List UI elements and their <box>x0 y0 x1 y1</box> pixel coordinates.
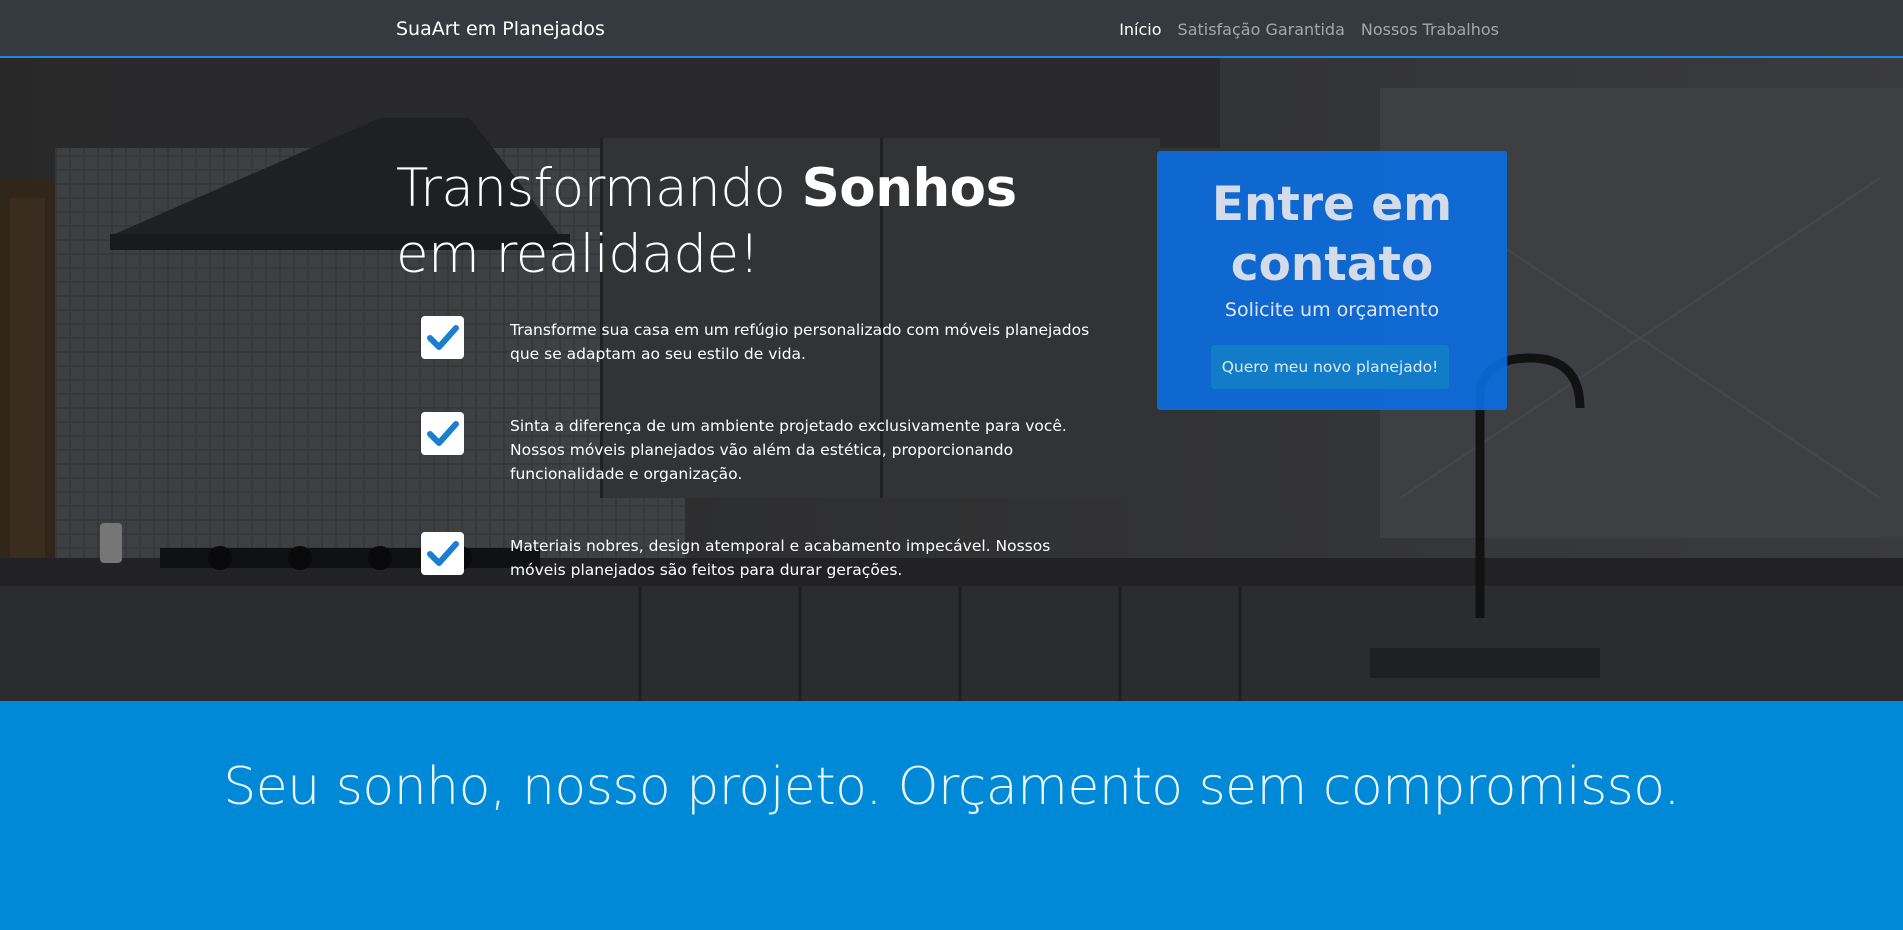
headline-highlight: Sonhos <box>801 158 1018 219</box>
contact-subtitle: Solicite um orçamento <box>1224 299 1440 321</box>
checkbox-checked-icon <box>421 532 464 575</box>
contact-card: Entre em contato Solicite um orçamento Q… <box>1157 151 1507 410</box>
feature-text: Sinta a diferença de um ambiente projeta… <box>510 417 1067 483</box>
cta-banner: Seu sonho, nosso projeto. Orçamento sem … <box>0 701 1903 930</box>
checkbox-checked-icon <box>421 412 464 455</box>
feature-text: Materiais nobres, design atemporal e aca… <box>510 537 1051 579</box>
contact-title: Entre em contato <box>1211 177 1453 292</box>
hero-section: Transformando Sonhos em realidade! Trans… <box>0 58 1903 701</box>
feature-text: Transforme sua casa em um refúgio person… <box>510 321 1090 363</box>
checkbox-checked-icon <box>421 316 464 359</box>
headline-text-start: Transformando <box>396 158 802 219</box>
navbar: SuaArt em Planejados Início Satisfação G… <box>0 0 1903 58</box>
headline-text-end: em realidade! <box>396 224 760 285</box>
nav-link-nossos-trabalhos[interactable]: Nossos Trabalhos <box>1361 20 1499 39</box>
hero-dark-overlay <box>0 58 1903 701</box>
hero-headline: Transformando Sonhos em realidade! <box>396 156 1116 288</box>
brand-link[interactable]: SuaArt em Planejados <box>396 18 605 40</box>
nav-links: Início Satisfação Garantida Nossos Traba… <box>1119 20 1499 39</box>
nav-link-inicio[interactable]: Início <box>1119 20 1161 39</box>
banner-headline: Seu sonho, nosso projeto. Orçamento sem … <box>223 757 1680 817</box>
nav-link-satisfacao-garantida[interactable]: Satisfação Garantida <box>1178 20 1345 39</box>
request-quote-button[interactable]: Quero meu novo planejado! <box>1211 345 1449 389</box>
